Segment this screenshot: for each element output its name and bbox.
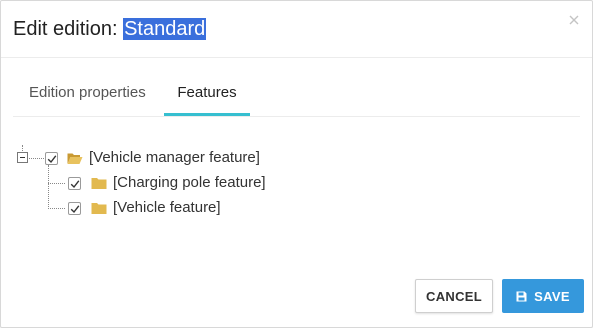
checkbox-vehicle[interactable] bbox=[68, 202, 81, 215]
edition-name-selected[interactable]: Standard bbox=[123, 18, 207, 40]
tree-connector bbox=[22, 145, 23, 151]
floppy-disk-icon bbox=[516, 291, 527, 301]
save-button-label: SAVE bbox=[534, 288, 570, 304]
save-button[interactable]: SAVE bbox=[502, 279, 584, 313]
cancel-button-label: CANCEL bbox=[426, 288, 482, 304]
feature-tree: [Vehicle manager feature] [Charging pole… bbox=[13, 141, 413, 231]
tree-node-label: [Charging pole feature] bbox=[113, 174, 266, 191]
tab-edition-properties[interactable]: Edition properties bbox=[29, 71, 146, 115]
checkbox-vehicle-manager[interactable] bbox=[45, 152, 58, 165]
checkbox-charging-pole[interactable] bbox=[68, 177, 81, 190]
dialog-title-prefix: Edit edition: bbox=[13, 18, 124, 40]
cancel-button[interactable]: CANCEL bbox=[415, 279, 493, 313]
dialog-title: Edit edition: Standard bbox=[13, 17, 207, 41]
collapse-toggle-icon[interactable] bbox=[17, 152, 28, 163]
active-tab-indicator bbox=[164, 113, 250, 116]
tab-features[interactable]: Features bbox=[164, 71, 250, 116]
tree-node-label: [Vehicle feature] bbox=[113, 199, 221, 216]
tab-features-label: Features bbox=[177, 84, 237, 101]
close-icon[interactable] bbox=[566, 12, 582, 28]
folder-open-icon bbox=[67, 153, 83, 164]
tree-connector bbox=[48, 208, 65, 209]
folder-icon bbox=[91, 178, 107, 189]
edit-edition-dialog: Edit edition: Standard Edition propertie… bbox=[0, 0, 593, 328]
tree-connector bbox=[29, 158, 44, 159]
dialog-header: Edit edition: Standard bbox=[1, 1, 592, 58]
folder-icon bbox=[91, 203, 107, 214]
tree-connector bbox=[48, 165, 49, 209]
tab-bar: Edition properties Features bbox=[13, 71, 580, 117]
tree-node-label: [Vehicle manager feature] bbox=[89, 149, 260, 166]
tree-connector bbox=[48, 183, 65, 184]
